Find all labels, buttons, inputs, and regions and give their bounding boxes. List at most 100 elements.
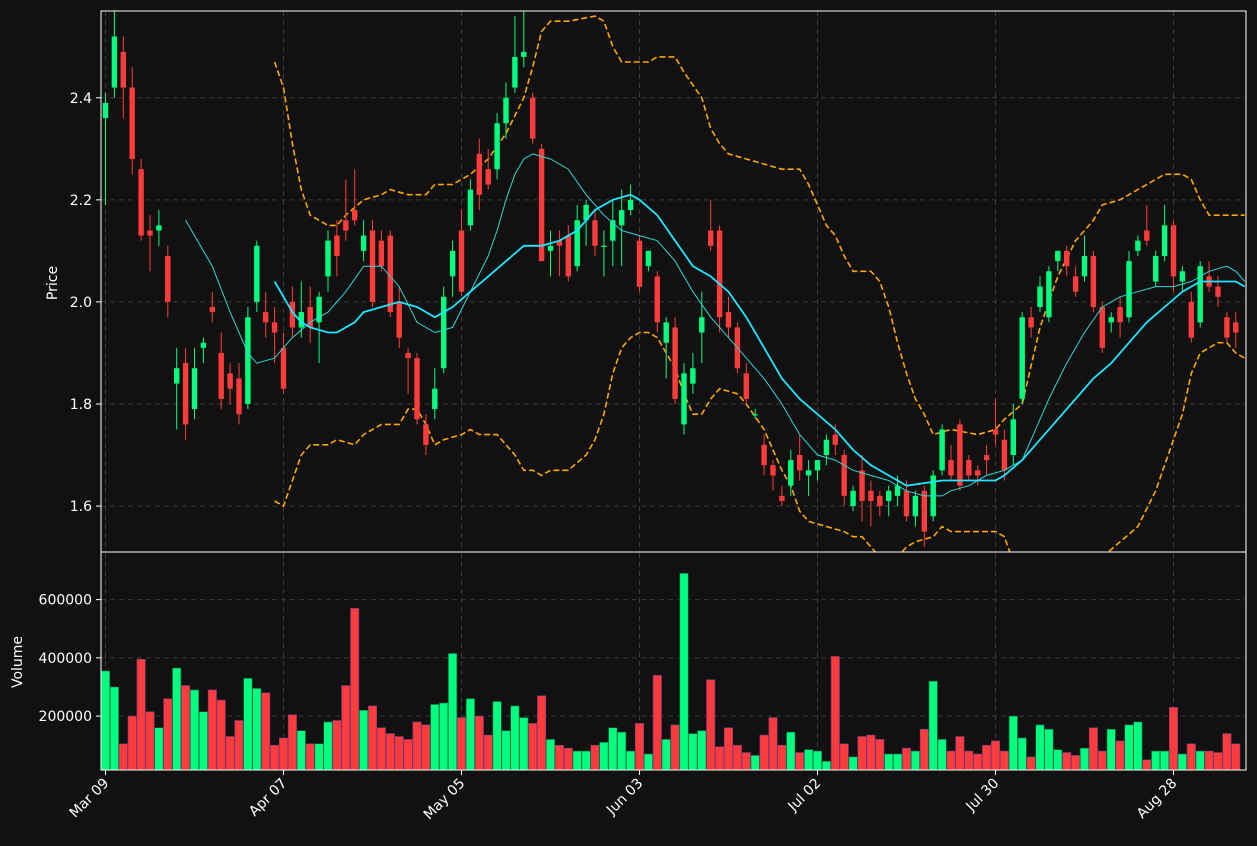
volume-bar-up xyxy=(893,753,903,770)
volume-bar-down xyxy=(590,744,600,770)
candle-body xyxy=(414,358,420,420)
volume-bar-up xyxy=(198,711,208,770)
candle-down xyxy=(369,220,376,308)
candle-up xyxy=(1153,250,1159,287)
candle-body xyxy=(245,317,251,404)
volume-bar-up xyxy=(608,727,618,770)
volume-bar-down xyxy=(528,723,538,770)
volume-bar-down xyxy=(127,715,137,770)
volume-bar-down xyxy=(278,737,288,770)
price-tick-label: 2.0 xyxy=(70,295,92,311)
volume-bar-up xyxy=(314,743,324,770)
price-y-axis-label: Price xyxy=(45,266,61,300)
volume-bar-down xyxy=(350,608,360,770)
candle-body xyxy=(601,245,607,247)
volume-bar-down xyxy=(919,728,929,770)
volume-bar-up xyxy=(821,760,831,770)
volume-bar-down xyxy=(367,705,377,770)
volume-bar-up xyxy=(626,750,636,770)
volume-bar-down xyxy=(973,753,983,770)
volume-bar-down xyxy=(1213,752,1223,770)
candle-body xyxy=(770,465,776,476)
candle-body xyxy=(663,322,669,343)
volume-bar-down xyxy=(901,747,911,770)
candle-body xyxy=(209,307,215,313)
candle-body xyxy=(565,235,571,277)
stock-chart: 1.6 1.8 2.0 2.2 2.4 200000 400000 600000 Mar 0… xyxy=(0,0,1257,842)
volume-bar-up xyxy=(501,730,511,770)
volume-bar-down xyxy=(946,750,956,770)
candle-body xyxy=(547,245,554,251)
candle-body xyxy=(147,230,153,236)
candle-body xyxy=(788,460,794,486)
volume-bar-down xyxy=(1231,743,1241,770)
volume-bar-down xyxy=(777,744,787,770)
volume-bar-down xyxy=(136,659,146,770)
candle-body xyxy=(325,240,331,277)
volume-bar-down xyxy=(1204,750,1214,770)
candle-body xyxy=(165,255,171,302)
candle-body xyxy=(1010,419,1016,456)
stock-chart-svg: 1.61.82.02.22.4 200000400000600000 Mar 0… xyxy=(0,0,1257,842)
candle-body xyxy=(360,235,367,251)
volume-bar-up xyxy=(243,677,253,770)
candle-body xyxy=(797,455,803,471)
candle-body xyxy=(1055,250,1061,262)
volume-bar-up xyxy=(448,653,458,770)
candle-body xyxy=(191,368,198,410)
candle-body xyxy=(1090,255,1097,308)
volume-bar-up xyxy=(109,686,119,770)
candle-body xyxy=(432,388,438,410)
candle-body xyxy=(699,317,705,333)
candle-body xyxy=(841,455,847,496)
volume-bar-down xyxy=(999,750,1009,770)
candle-body xyxy=(690,368,696,384)
candle-body xyxy=(1197,266,1203,323)
candle-body xyxy=(254,245,260,302)
candle-body xyxy=(886,490,892,501)
candle-body xyxy=(1108,317,1114,323)
price-tick-label: 2.4 xyxy=(70,91,92,107)
candle-body xyxy=(1233,322,1239,333)
volume-bar-down xyxy=(332,720,342,770)
candle-body xyxy=(619,210,625,226)
candle-body xyxy=(1028,317,1034,328)
candle-body xyxy=(182,363,189,425)
candle-body xyxy=(236,378,242,415)
candle-body xyxy=(263,312,269,323)
candle-body xyxy=(494,123,500,170)
candle-body xyxy=(485,169,491,185)
candle-body xyxy=(957,424,963,486)
volume-bar-down xyxy=(474,715,484,770)
volume-bar-up xyxy=(812,750,822,770)
volume-bar-down xyxy=(456,717,466,770)
candle-up xyxy=(254,240,260,313)
volume-tick-label: 400000 xyxy=(39,651,92,667)
volume-bar-down xyxy=(234,720,244,770)
candle-body xyxy=(761,444,767,466)
volume-bar-up xyxy=(1053,749,1063,770)
volume-bar-down xyxy=(403,739,413,770)
volume-bar-down xyxy=(216,699,226,770)
price-tick-label: 1.6 xyxy=(70,499,92,515)
volume-tick-label: 200000 xyxy=(39,709,92,725)
candle-body xyxy=(1179,271,1186,282)
volume-bar-up xyxy=(679,573,689,770)
volume-bar-down xyxy=(839,743,849,770)
volume-bar-down xyxy=(982,744,992,770)
volume-bar-down xyxy=(866,734,876,770)
candle-body xyxy=(396,301,402,338)
volume-bar-up xyxy=(252,688,262,770)
volume-bar-down xyxy=(1186,743,1196,770)
volume-bar-down xyxy=(563,747,573,770)
candle-down xyxy=(138,159,144,241)
volume-bar-down xyxy=(715,746,725,770)
volume-bar-down xyxy=(118,743,128,770)
volume-bar-up xyxy=(937,739,947,770)
volume-bar-up xyxy=(697,730,707,770)
candle-body xyxy=(476,153,482,195)
candle-down xyxy=(530,92,536,144)
volume-bar-down xyxy=(1169,707,1179,770)
volume-bar-up xyxy=(430,704,440,770)
candle-body xyxy=(921,490,927,532)
